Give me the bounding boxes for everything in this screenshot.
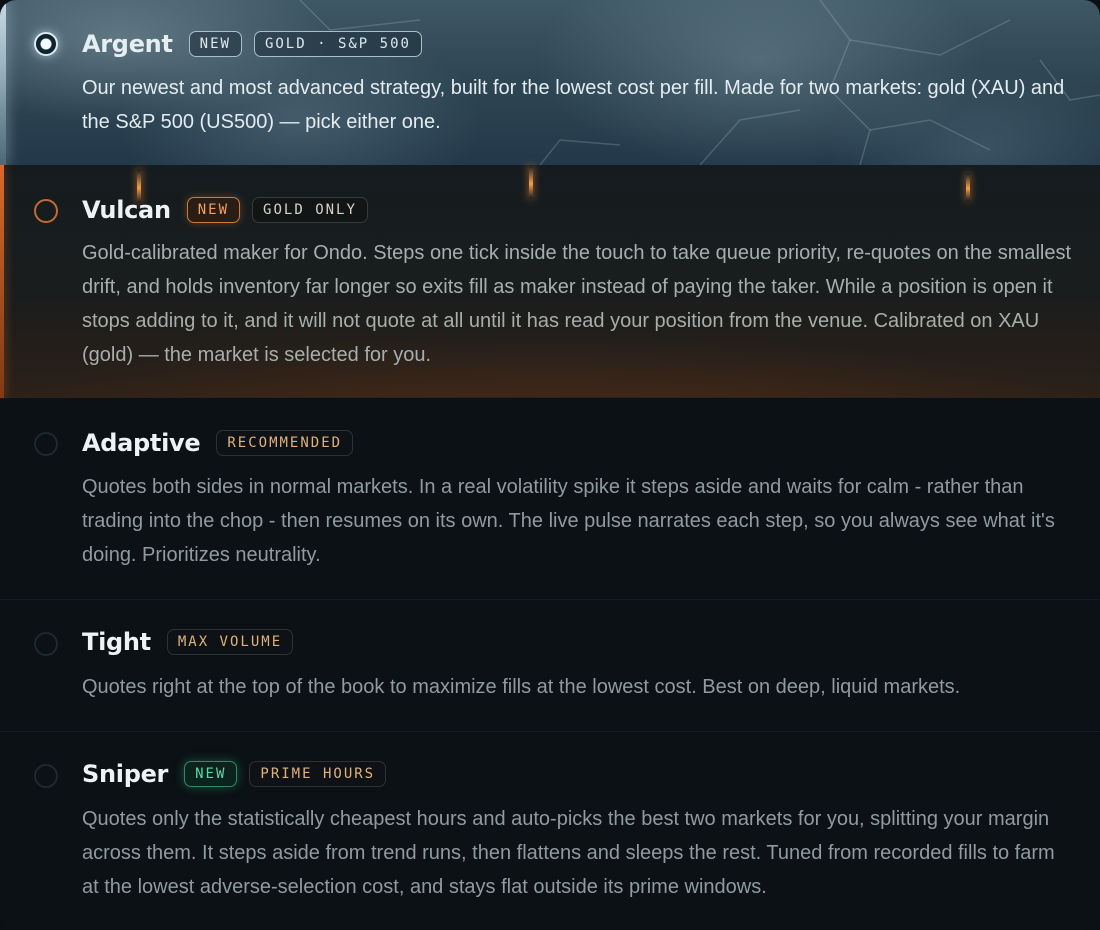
new-badge: NEW [186,197,241,223]
strategy-option-sniper[interactable]: Sniper NEW PRIME HOURS Quotes only the s… [0,731,1100,930]
strategy-title: Sniper [82,760,169,788]
strategy-title: Vulcan [82,196,171,224]
radio-tight[interactable] [34,632,58,656]
radio-adaptive[interactable] [34,432,58,456]
strategy-description: Quotes both sides in normal markets. In … [82,476,1055,566]
strategy-title: Tight [82,628,151,656]
radio-argent[interactable] [34,32,58,56]
prime-hours-badge: PRIME HOURS [249,761,387,787]
strategy-option-tight[interactable]: Tight MAX VOLUME Quotes right at the top… [0,599,1100,731]
strategy-option-vulcan[interactable]: Vulcan NEW GOLD ONLY Gold-calibrated mak… [0,165,1100,398]
ember-glow [529,165,533,199]
vulcan-accent-bar [0,165,4,398]
ember-glow [966,173,970,201]
strategy-title: Argent [82,30,173,58]
new-badge: NEW [184,761,238,787]
selected-accent-bar [0,0,6,165]
market-badge: GOLD · S&P 500 [253,31,422,57]
strategy-option-adaptive[interactable]: Adaptive RECOMMENDED Quotes both sides i… [0,399,1100,599]
strategy-description: Gold-calibrated maker for Ondo. Steps on… [82,242,1072,366]
strategy-description: Our newest and most advanced strategy, b… [82,77,1065,133]
new-badge: NEW [188,31,242,57]
radio-vulcan[interactable] [34,199,58,223]
recommended-badge: RECOMMENDED [216,430,354,456]
strategy-option-argent[interactable]: Argent NEW GOLD · S&P 500 Our newest and… [0,0,1100,165]
strategy-description: Quotes only the statistically cheapest h… [82,808,1055,898]
strategy-list: Argent NEW GOLD · S&P 500 Our newest and… [0,0,1100,930]
max-volume-badge: MAX VOLUME [166,629,294,655]
strategy-description: Quotes right at the top of the book to m… [82,676,961,698]
radio-sniper[interactable] [34,764,58,788]
strategy-title: Adaptive [82,429,201,457]
market-badge: GOLD ONLY [252,197,368,223]
